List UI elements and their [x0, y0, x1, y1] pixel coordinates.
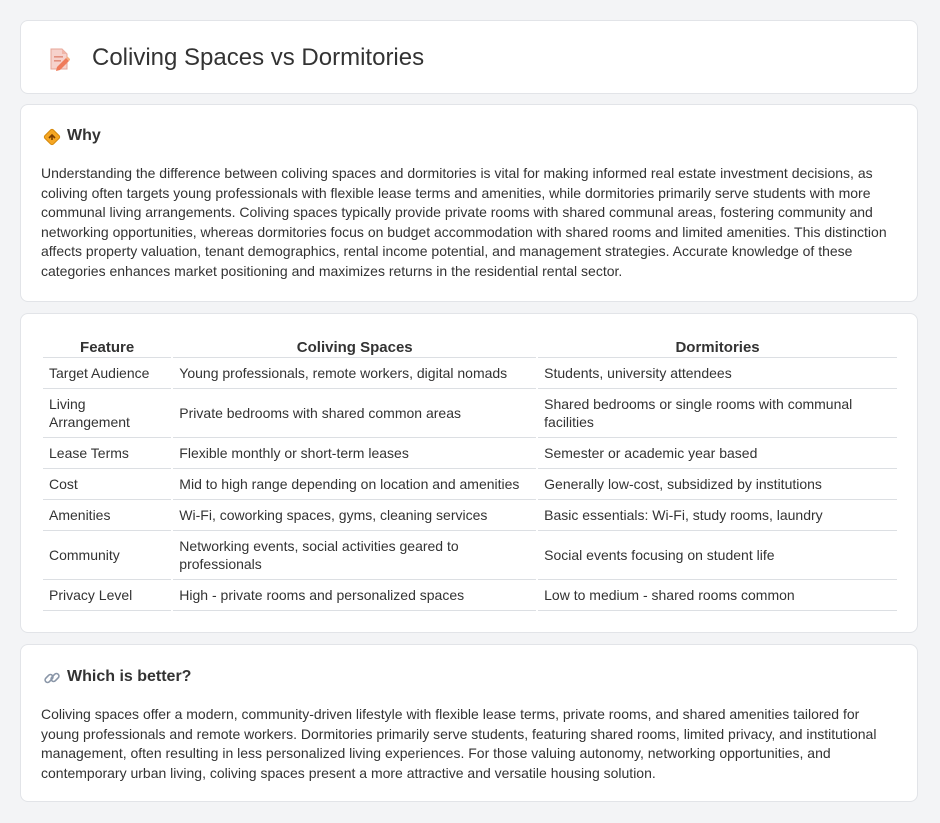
cell-coliving: Networking events, social activities gea…	[173, 531, 537, 580]
cell-dormitories: Semester or academic year based	[538, 438, 897, 469]
document-pencil-icon	[50, 48, 70, 71]
which-better-title: Which is better?	[67, 668, 192, 685]
which-better-body: Coliving spaces offer a modern, communit…	[41, 706, 877, 781]
why-body: Understanding the difference between col…	[41, 165, 887, 279]
which-better-section: Which is better? Coliving spaces offer a…	[20, 644, 918, 802]
cell-coliving: Private bedrooms with shared common area…	[173, 389, 537, 438]
header-card: Coliving Spaces vs Dormitories	[20, 20, 918, 94]
header-coliving: Coliving Spaces	[173, 334, 537, 358]
why-title: Why	[67, 127, 101, 144]
table-row: Privacy Level High - private rooms and p…	[43, 580, 897, 611]
header-dormitories: Dormitories	[538, 334, 897, 358]
cell-coliving: Mid to high range depending on location …	[173, 469, 537, 500]
cell-feature: Target Audience	[43, 358, 172, 389]
cell-dormitories: Low to medium - shared rooms common	[538, 580, 897, 611]
table-row: Target Audience Young professionals, rem…	[43, 358, 897, 389]
table-row: Cost Mid to high range depending on loca…	[43, 469, 897, 500]
cell-feature: Amenities	[43, 500, 172, 531]
diamond-sign-icon	[43, 128, 61, 146]
cell-coliving: Young professionals, remote workers, dig…	[173, 358, 537, 389]
table-row: Living Arrangement Private bedrooms with…	[43, 389, 897, 438]
header-feature: Feature	[43, 334, 172, 358]
link-icon	[44, 672, 60, 684]
page-title: Coliving Spaces vs Dormitories	[92, 44, 425, 71]
table-row: Amenities Wi-Fi, coworking spaces, gyms,…	[43, 500, 897, 531]
cell-coliving: High - private rooms and personalized sp…	[173, 580, 537, 611]
table-row: Community Networking events, social acti…	[43, 531, 897, 580]
table-row: Lease Terms Flexible monthly or short-te…	[43, 438, 897, 469]
comparison-table: Feature Coliving Spaces Dormitories Targ…	[41, 334, 899, 611]
cell-dormitories: Basic essentials: Wi-Fi, study rooms, la…	[538, 500, 897, 531]
cell-feature: Community	[43, 531, 172, 580]
cell-dormitories: Generally low-cost, subsidized by instit…	[538, 469, 897, 500]
cell-feature: Privacy Level	[43, 580, 172, 611]
cell-feature: Living Arrangement	[43, 389, 172, 438]
cell-feature: Lease Terms	[43, 438, 172, 469]
why-section: Why Understanding the difference between…	[20, 104, 918, 302]
cell-coliving: Wi-Fi, coworking spaces, gyms, cleaning …	[173, 500, 537, 531]
cell-feature: Cost	[43, 469, 172, 500]
cell-coliving: Flexible monthly or short-term leases	[173, 438, 537, 469]
table-header-row: Feature Coliving Spaces Dormitories	[43, 334, 897, 358]
cell-dormitories: Social events focusing on student life	[538, 531, 897, 580]
cell-dormitories: Students, university attendees	[538, 358, 897, 389]
cell-dormitories: Shared bedrooms or single rooms with com…	[538, 389, 897, 438]
comparison-table-card: Feature Coliving Spaces Dormitories Targ…	[20, 313, 918, 633]
